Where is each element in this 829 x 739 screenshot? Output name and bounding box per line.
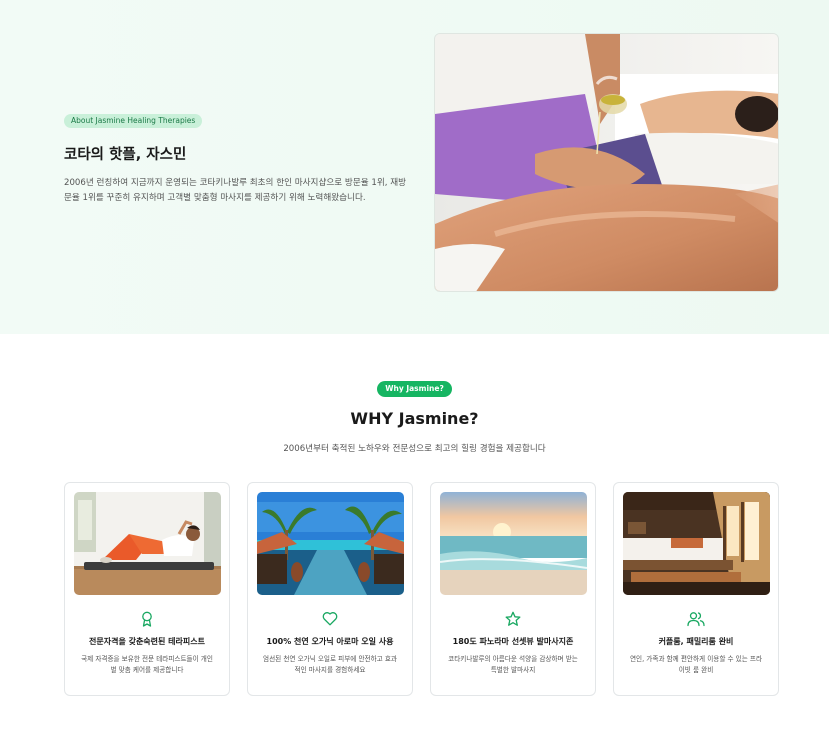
feature-description: 엄선된 천연 오가닉 오일로 피부에 안전하고 효과적인 마사지를 경험하세요 — [263, 655, 397, 674]
why-title: WHY Jasmine? — [350, 408, 479, 428]
why-header: Why Jasmine? WHY Jasmine? 2006년부터 축적된 노하… — [0, 376, 829, 454]
massage-photo — [434, 33, 779, 292]
feature-title: 180도 파노라마 선셋뷰 발마사지존 — [452, 637, 574, 646]
private-room-photo — [623, 492, 770, 595]
about-text: About Jasmine Healing Therapies 코타의 핫플, … — [64, 108, 409, 206]
why-badge: Why Jasmine? — [377, 381, 452, 397]
feature-card-therapist[interactable]: 전문자격을 갖춘숙련된 테라피스트 국제 자격증을 보유한 전문 테라피스트들이… — [64, 482, 230, 696]
beach-sunset-photo — [440, 492, 587, 595]
feature-description: 국제 자격증을 보유한 전문 테라피스트들이 개인별 맞춤 케어를 제공합니다 — [81, 655, 213, 674]
users-icon — [614, 611, 778, 631]
feature-card-private-room[interactable]: 커플룸, 패밀리룸 완비 연인, 가족과 함께 편안하게 이용할 수 있는 프라… — [613, 482, 779, 696]
feature-description: 코타키나발루의 아름다운 석양을 감상하며 받는 특별한 발마사지 — [448, 655, 578, 674]
why-subtitle: 2006년부터 축적된 노하우와 전문성으로 최고의 힐링 경험을 제공합니다 — [283, 443, 546, 454]
heart-icon — [248, 611, 412, 630]
about-description: 2006년 런칭하여 지금까지 운영되는 코타키나발루 최초의 한인 마사지샵으… — [64, 177, 407, 203]
therapist-photo — [74, 492, 221, 595]
about-section: About Jasmine Healing Therapies 코타의 핫플, … — [0, 0, 829, 334]
award-icon — [65, 611, 229, 631]
star-icon — [431, 611, 595, 631]
about-title: 코타의 핫플, 자스민 — [64, 146, 187, 163]
feature-title: 전문자격을 갖춘숙련된 테라피스트 — [89, 637, 205, 646]
resort-pool-photo — [257, 492, 404, 595]
feature-title: 커플룸, 패밀리룸 완비 — [658, 637, 734, 646]
feature-card-organic-oil[interactable]: 100% 천연 오가닉 아로마 오일 사용 엄선된 천연 오가닉 오일로 피부에… — [247, 482, 413, 696]
feature-cards: 전문자격을 갖춘숙련된 테라피스트 국제 자격증을 보유한 전문 테라피스트들이… — [64, 482, 780, 696]
feature-title: 100% 천연 오가닉 아로마 오일 사용 — [266, 637, 394, 646]
feature-card-sunset[interactable]: 180도 파노라마 선셋뷰 발마사지존 코타키나발루의 아름다운 석양을 감상하… — [430, 482, 596, 696]
about-badge: About Jasmine Healing Therapies — [64, 114, 203, 128]
feature-description: 연인, 가족과 함께 편안하게 이용할 수 있는 프라이빗 룸 완비 — [629, 655, 763, 674]
